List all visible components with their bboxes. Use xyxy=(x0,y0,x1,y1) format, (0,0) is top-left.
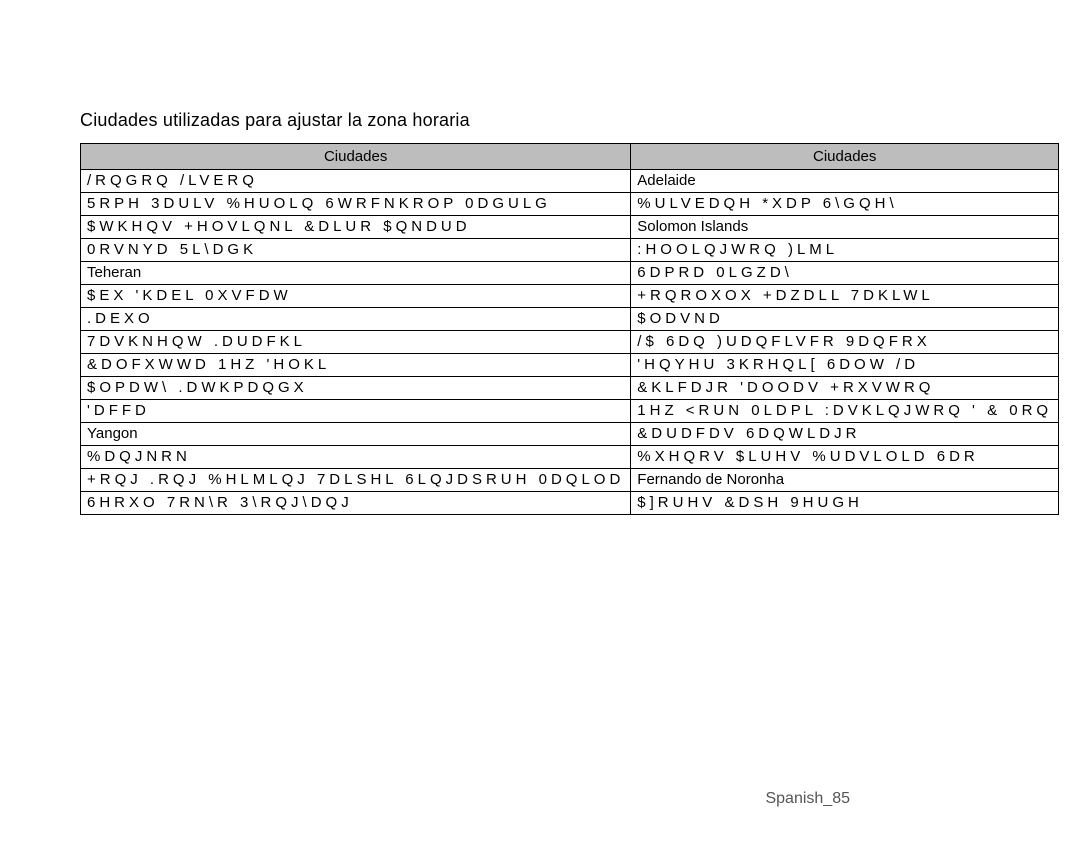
table-row: Teheran6DPRD 0LGZD\ xyxy=(81,262,1059,285)
cell-right: 1HZ <RUN 0LDPL :DVKLQJWRQ ' & 0RQ xyxy=(631,400,1059,423)
table-header-row: Ciudades Ciudades xyxy=(81,144,1059,170)
cell-left: /RQGRQ /LVERQ xyxy=(81,170,631,193)
cell-left: 'DFFD xyxy=(81,400,631,423)
cell-left: +RQJ .RQJ %HLMLQJ 7DLSHL 6LQJDSRUH 0DQLO… xyxy=(81,469,631,492)
cell-left: Teheran xyxy=(81,262,631,285)
cell-right: $ODVND xyxy=(631,308,1059,331)
cell-left: 6HRXO 7RN\R 3\RQJ\DQJ xyxy=(81,492,631,515)
cell-right: /$ 6DQ )UDQFLVFR 9DQFRX xyxy=(631,331,1059,354)
cell-left: Yangon xyxy=(81,423,631,446)
table-row: 'DFFD1HZ <RUN 0LDPL :DVKLQJWRQ ' & 0RQ xyxy=(81,400,1059,423)
cell-right: $]RUHV &DSH 9HUGH xyxy=(631,492,1059,515)
cell-left: 0RVNYD 5L\DGK xyxy=(81,239,631,262)
cell-right: Adelaide xyxy=(631,170,1059,193)
cell-left: $OPDW\ .DWKPDQGX xyxy=(81,377,631,400)
page-title: Ciudades utilizadas para ajustar la zona… xyxy=(80,110,1010,131)
cell-left: .DEXO xyxy=(81,308,631,331)
cell-left: 7DVKNHQW .DUDFKL xyxy=(81,331,631,354)
page-footer: Spanish_85 xyxy=(765,790,850,808)
table-row: /RQGRQ /LVERQAdelaide xyxy=(81,170,1059,193)
cell-right: &KLFDJR 'DOODV +RXVWRQ xyxy=(631,377,1059,400)
cell-left: $WKHQV +HOVLQNL &DLUR $QNDUD xyxy=(81,216,631,239)
cell-right: :HOOLQJWRQ )LML xyxy=(631,239,1059,262)
table-row: $WKHQV +HOVLQNL &DLUR $QNDUDSolomon Isla… xyxy=(81,216,1059,239)
table-row: Yangon&DUDFDV 6DQWLDJR xyxy=(81,423,1059,446)
table-row: &DOFXWWD 1HZ 'HOKL'HQYHU 3KRHQL[ 6DOW /D xyxy=(81,354,1059,377)
table-row: 5RPH 3DULV %HUOLQ 6WRFNKROP 0DGULG%ULVED… xyxy=(81,193,1059,216)
cell-left: %DQJNRN xyxy=(81,446,631,469)
cell-right: 'HQYHU 3KRHQL[ 6DOW /D xyxy=(631,354,1059,377)
cell-left: &DOFXWWD 1HZ 'HOKL xyxy=(81,354,631,377)
cell-right: Fernando de Noronha xyxy=(631,469,1059,492)
cell-right: &DUDFDV 6DQWLDJR xyxy=(631,423,1059,446)
cell-right: %ULVEDQH *XDP 6\GQH\ xyxy=(631,193,1059,216)
table-row: %DQJNRN%XHQRV $LUHV %UDVLOLD 6DR xyxy=(81,446,1059,469)
cell-left: $EX 'KDEL 0XVFDW xyxy=(81,285,631,308)
cell-right: %XHQRV $LUHV %UDVLOLD 6DR xyxy=(631,446,1059,469)
cell-left: 5RPH 3DULV %HUOLQ 6WRFNKROP 0DGULG xyxy=(81,193,631,216)
table-row: 6HRXO 7RN\R 3\RQJ\DQJ$]RUHV &DSH 9HUGH xyxy=(81,492,1059,515)
table-row: +RQJ .RQJ %HLMLQJ 7DLSHL 6LQJDSRUH 0DQLO… xyxy=(81,469,1059,492)
cell-right: 6DPRD 0LGZD\ xyxy=(631,262,1059,285)
cell-right: +RQROXOX +DZDLL 7DKLWL xyxy=(631,285,1059,308)
table-row: $OPDW\ .DWKPDQGX&KLFDJR 'DOODV +RXVWRQ xyxy=(81,377,1059,400)
header-col-2: Ciudades xyxy=(631,144,1059,170)
table-row: 0RVNYD 5L\DGK:HOOLQJWRQ )LML xyxy=(81,239,1059,262)
table-row: .DEXO$ODVND xyxy=(81,308,1059,331)
table-row: 7DVKNHQW .DUDFKL/$ 6DQ )UDQFLVFR 9DQFRX xyxy=(81,331,1059,354)
timezone-cities-table: Ciudades Ciudades /RQGRQ /LVERQAdelaide5… xyxy=(80,143,1059,515)
header-col-1: Ciudades xyxy=(81,144,631,170)
cell-right: Solomon Islands xyxy=(631,216,1059,239)
table-row: $EX 'KDEL 0XVFDW+RQROXOX +DZDLL 7DKLWL xyxy=(81,285,1059,308)
